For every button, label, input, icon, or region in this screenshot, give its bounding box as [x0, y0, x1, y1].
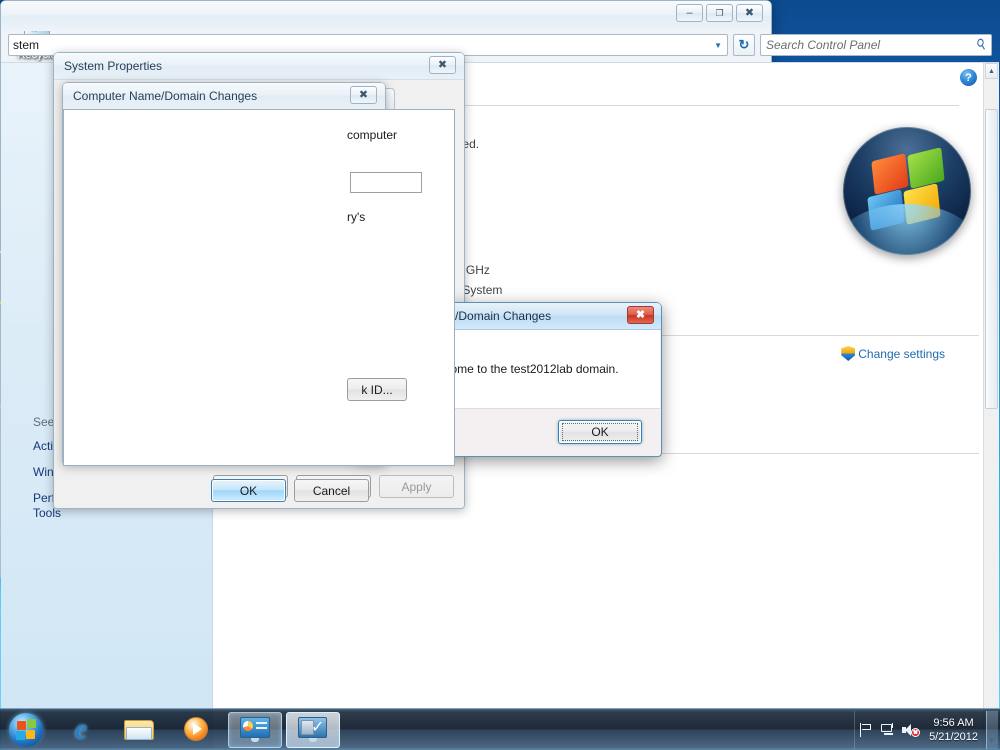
- windows-explorer-icon: [124, 718, 154, 742]
- system-properties-tabpanel: computer ry's k ID...: [63, 109, 455, 466]
- taskbar-item-windows-media-player[interactable]: [170, 712, 224, 748]
- cancel-button[interactable]: Cancel: [294, 479, 369, 502]
- control-panel-titlebar[interactable]: – ❐ ✖: [1, 1, 771, 31]
- close-button[interactable]: ✖: [736, 4, 763, 22]
- start-button[interactable]: [2, 711, 50, 749]
- scroll-up-button[interactable]: ▲: [985, 63, 998, 79]
- close-icon: ✖: [437, 58, 448, 71]
- system-properties-window[interactable]: System Properties ✖ Remote computer ry's…: [53, 52, 465, 509]
- maximize-icon: ❐: [715, 7, 724, 18]
- search-icon: ⚲: [972, 35, 990, 54]
- windows-media-player-icon: [184, 716, 210, 743]
- action-center-flag-icon[interactable]: [855, 722, 877, 737]
- network-id-label: k ID...: [361, 382, 393, 397]
- network-id-button[interactable]: k ID...: [347, 378, 407, 401]
- clock-time: 9:56 AM: [933, 716, 974, 729]
- system-properties-title: System Properties: [64, 59, 163, 73]
- computer-name-dialog-titlebar[interactable]: Computer Name/Domain Changes ✖: [63, 83, 385, 110]
- chevron-up-icon: ▲: [988, 67, 995, 75]
- close-button[interactable]: ✖: [627, 306, 654, 324]
- start-orb-icon: [9, 712, 43, 747]
- windows-logo-icon: [843, 127, 971, 255]
- network-icon[interactable]: [877, 723, 899, 736]
- minimize-icon: –: [686, 6, 693, 19]
- computer-name-dialog-title: Computer Name/Domain Changes: [73, 89, 258, 103]
- ok-button[interactable]: OK: [211, 479, 286, 502]
- close-button[interactable]: ✖: [350, 86, 377, 104]
- taskbar-item-windows-explorer[interactable]: [112, 712, 166, 748]
- show-desktop-button[interactable]: [986, 710, 998, 749]
- taskbar-item-system-properties[interactable]: ✓: [286, 711, 340, 748]
- close-icon: ✖: [744, 6, 755, 19]
- cancel-label: Cancel: [312, 483, 351, 498]
- change-settings-link-wrap[interactable]: Change settings: [841, 346, 945, 361]
- internet-explorer-icon: e: [74, 713, 88, 745]
- search-placeholder: Search Control Panel: [766, 38, 881, 52]
- control-panel-title: [1, 1, 11, 15]
- apply-label: Apply: [401, 479, 432, 494]
- clock[interactable]: 9:56 AM 5/21/2012: [921, 716, 986, 744]
- volume-muted-icon[interactable]: [899, 723, 921, 737]
- close-icon: ✖: [635, 308, 646, 321]
- system-properties-body: Remote computer ry's k ID... OK Cancel: [54, 80, 464, 508]
- close-icon: ✖: [358, 88, 369, 101]
- refresh-icon: ↻: [738, 37, 750, 52]
- change-settings-link[interactable]: Change settings: [858, 347, 945, 361]
- scrollbar-thumb[interactable]: [985, 109, 998, 409]
- panel-text-example: ry's: [347, 210, 366, 224]
- minimize-button[interactable]: –: [676, 4, 703, 22]
- close-button[interactable]: ✖: [429, 56, 456, 74]
- clock-date: 5/21/2012: [929, 730, 978, 743]
- control-panel-window-icon: [240, 716, 270, 743]
- search-control-panel-input[interactable]: Search Control Panel ⚲: [760, 34, 992, 56]
- taskbar[interactable]: e ✓ 9:56 AM 5/21/2012: [0, 708, 1000, 750]
- vertical-scrollbar[interactable]: ▲ ▼: [983, 63, 999, 749]
- ok-button[interactable]: OK: [558, 420, 642, 444]
- apply-button: Apply: [379, 475, 454, 498]
- panel-text-computer: computer: [347, 128, 398, 142]
- chevron-down-icon[interactable]: ▼: [714, 41, 722, 50]
- taskbar-item-internet-explorer[interactable]: e: [54, 712, 108, 748]
- computer-description-field[interactable]: [350, 172, 422, 193]
- ok-label: OK: [239, 483, 258, 498]
- system-properties-titlebar[interactable]: System Properties ✖: [54, 53, 464, 80]
- computer-name-dialog-footer: OK Cancel: [77, 479, 371, 502]
- maximize-button[interactable]: ❐: [706, 4, 733, 22]
- address-bar-text: stem: [13, 38, 40, 52]
- taskbar-item-control-panel[interactable]: [228, 711, 282, 748]
- desktop[interactable]: ♻ Recycle – ❐ ✖ stem ▼ ↻: [0, 0, 1000, 750]
- help-icon[interactable]: ?: [960, 69, 977, 86]
- system-tray[interactable]: 9:56 AM 5/21/2012: [854, 710, 1000, 749]
- shield-icon: [841, 346, 856, 361]
- system-properties-window-icon: ✓: [298, 716, 328, 743]
- refresh-button[interactable]: ↻: [733, 34, 755, 56]
- ok-label: OK: [591, 425, 609, 439]
